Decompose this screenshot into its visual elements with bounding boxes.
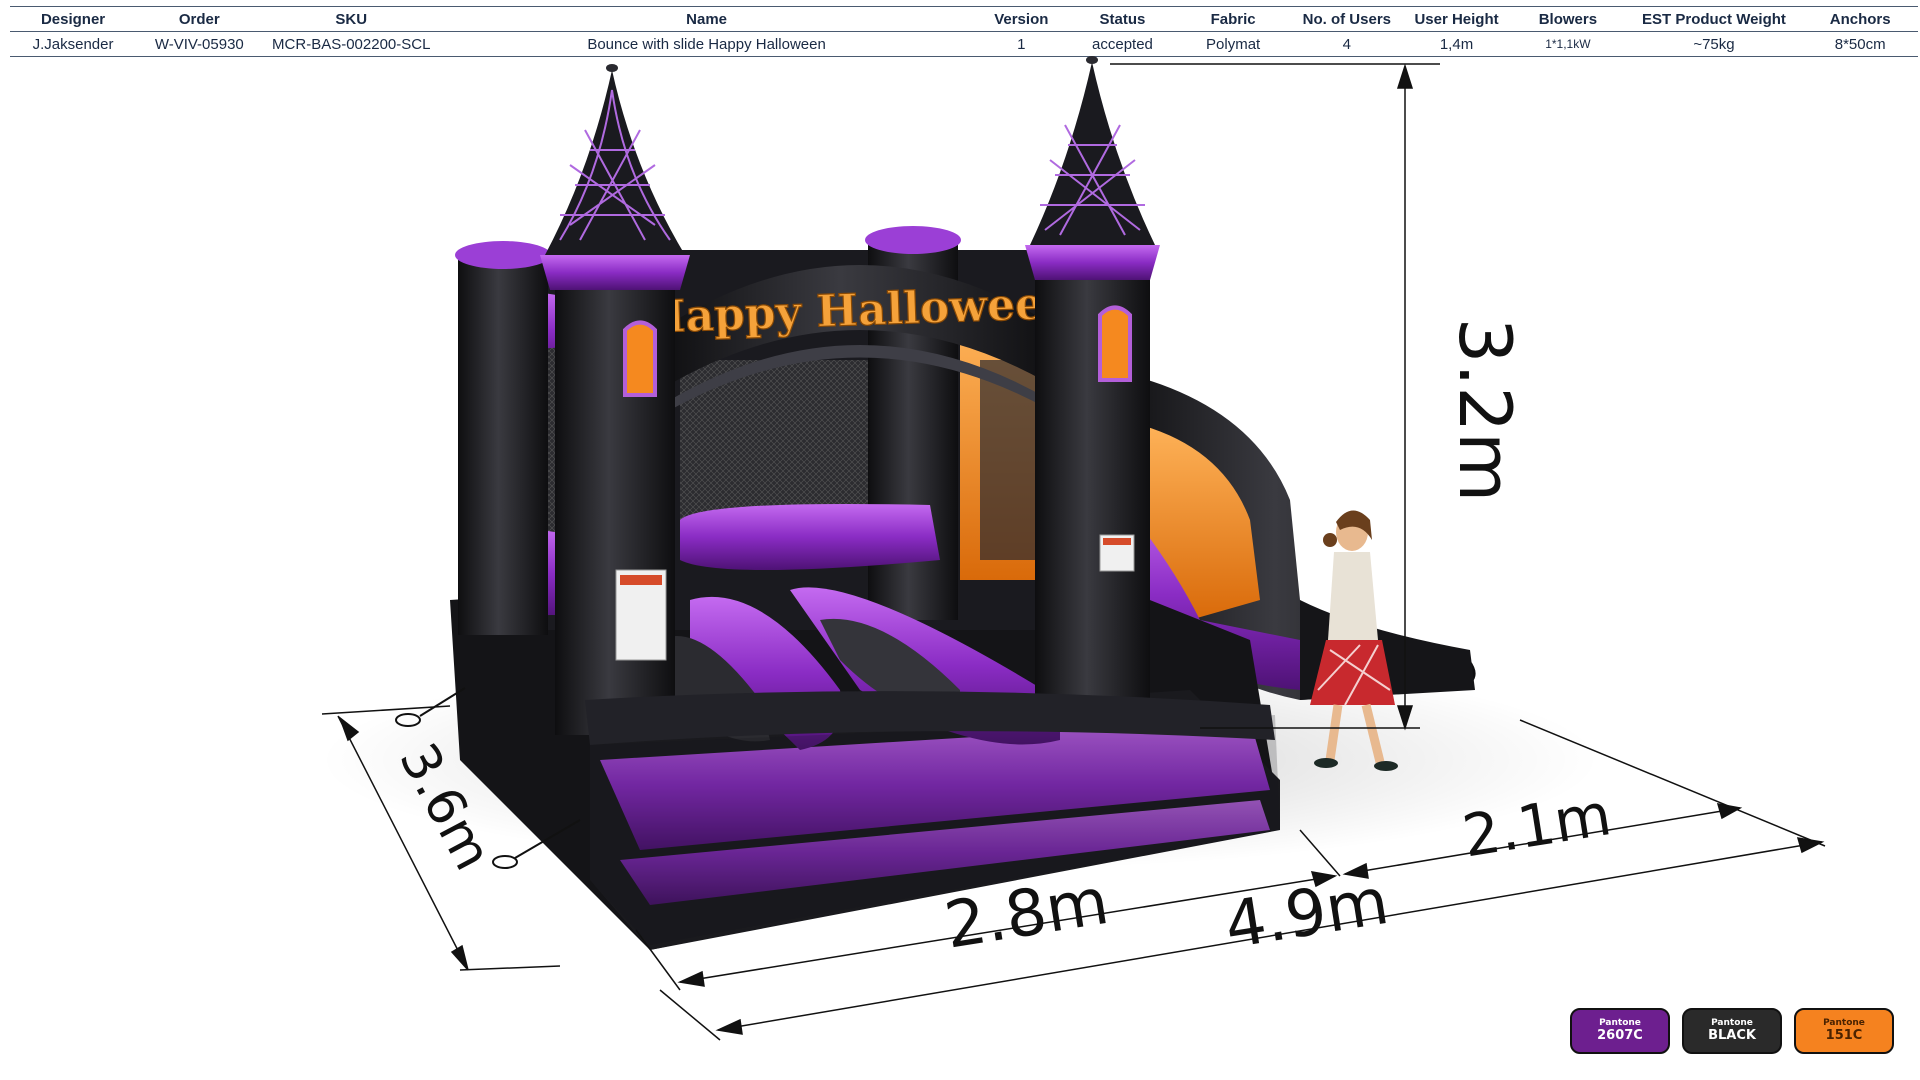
product-spec-sheet: Designer Order SKU Name Version Status F…: [0, 0, 1920, 1080]
header-order: Order: [136, 6, 263, 32]
cell-blowers: 1*1,1kW: [1510, 31, 1626, 57]
header-weight: EST Product Weight: [1625, 6, 1803, 32]
header-users: No. of Users: [1290, 6, 1403, 32]
swatch-purple-code: 2607C: [1597, 1027, 1643, 1043]
header-sku: SKU: [262, 6, 440, 32]
swatch-black-code: BLACK: [1708, 1027, 1756, 1043]
header-status: Status: [1069, 6, 1176, 32]
spec-table-row: J.Jaksender W-VIV-05930 MCR-BAS-002200-S…: [10, 31, 1918, 57]
cell-version: 1: [973, 31, 1070, 57]
product-render: Happy Halloween 3.2m 3.6m 2.8m 4.9m 2.1m: [320, 56, 1826, 1041]
dim-total-width-label: 4.9m: [1220, 865, 1394, 964]
front-tower-right: [1025, 56, 1160, 715]
pantone-swatches: Pantone 2607C Pantone BLACK Pantone 151C: [1570, 1008, 1894, 1054]
header-anchors: Anchors: [1802, 6, 1918, 32]
cell-weight: ~75kg: [1625, 31, 1803, 57]
front-tower-left: [540, 64, 690, 735]
header-fabric: Fabric: [1175, 6, 1291, 32]
cell-status: accepted: [1069, 31, 1176, 57]
cell-user-height: 1,4m: [1402, 31, 1511, 57]
spec-table: Designer Order SKU Name Version Status F…: [10, 6, 1918, 57]
cell-designer: J.Jaksender: [10, 31, 137, 57]
swatch-black: Pantone BLACK: [1682, 1008, 1782, 1054]
dim-height-label: 3.2m: [1443, 318, 1527, 503]
cell-fabric: Polymat: [1175, 31, 1291, 57]
front-step: [585, 691, 1280, 945]
swatch-orange: Pantone 151C: [1794, 1008, 1894, 1054]
cell-name: Bounce with slide Happy Halloween: [439, 31, 974, 57]
cell-sku: MCR-BAS-002200-SCL: [262, 31, 440, 57]
header-user-height: User Height: [1402, 6, 1511, 32]
header-designer: Designer: [10, 6, 137, 32]
header-name: Name: [439, 6, 974, 32]
header-blowers: Blowers: [1510, 6, 1626, 32]
cell-order: W-VIV-05930: [136, 31, 263, 57]
cell-users: 4: [1290, 31, 1403, 57]
swatch-orange-code: 151C: [1825, 1027, 1863, 1043]
spec-table-header-row: Designer Order SKU Name Version Status F…: [10, 6, 1918, 32]
header-version: Version: [973, 6, 1070, 32]
cell-anchors: 8*50cm: [1802, 31, 1918, 57]
swatch-purple: Pantone 2607C: [1570, 1008, 1670, 1054]
